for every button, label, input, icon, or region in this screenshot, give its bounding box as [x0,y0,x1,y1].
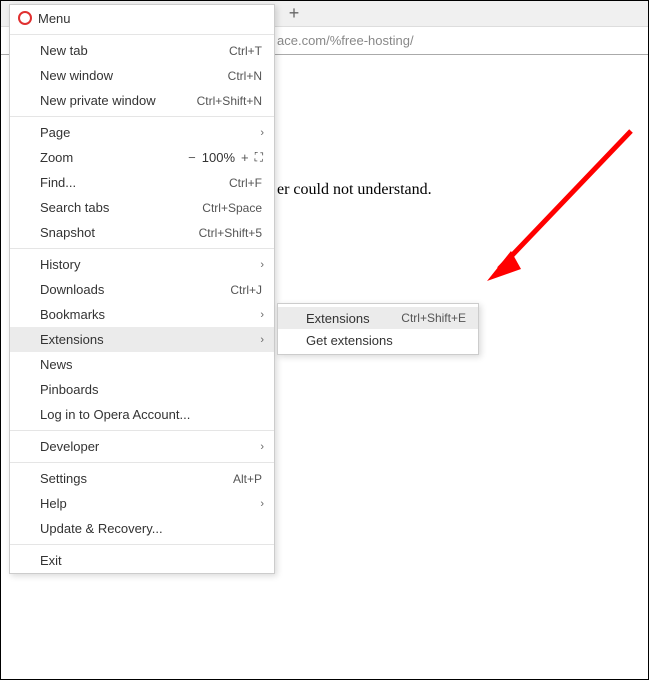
menu-label: Extensions [40,332,262,347]
zoom-value: 100% [202,150,235,165]
menu-item-news[interactable]: News [10,352,274,377]
menu-item-find[interactable]: Find... Ctrl+F [10,170,274,195]
menu-item-snapshot[interactable]: Snapshot Ctrl+Shift+5 [10,220,274,245]
submenu-label: Get extensions [306,333,466,348]
submenu-shortcut: Ctrl+Shift+E [401,311,466,325]
menu-label: Snapshot [40,225,199,240]
zoom-in-button[interactable]: + [241,150,249,165]
menu-item-new-tab[interactable]: New tab Ctrl+T [10,38,274,63]
menu-separator [10,248,274,249]
menu-item-help[interactable]: Help › [10,491,274,516]
menu-separator [10,34,274,35]
menu-shortcut: Ctrl+Space [202,201,262,215]
page-error-text: er could not understand. [277,181,432,199]
menu-label: New window [40,68,228,83]
menu-item-history[interactable]: History › [10,252,274,277]
menu-label: Update & Recovery... [40,521,262,536]
menu-label: Page [40,125,262,140]
menu-separator [10,462,274,463]
menu-separator [10,430,274,431]
menu-header[interactable]: Menu [10,5,274,31]
menu-label: Settings [40,471,233,486]
menu-label: Bookmarks [40,307,262,322]
menu-shortcut: Ctrl+Shift+N [197,94,262,108]
main-menu: Menu New tab Ctrl+T New window Ctrl+N Ne… [9,4,275,574]
menu-label: Pinboards [40,382,262,397]
menu-label: Find... [40,175,229,190]
menu-item-extensions[interactable]: Extensions › [10,327,274,352]
menu-label: Developer [40,439,262,454]
menu-item-exit[interactable]: Exit [10,548,274,573]
menu-shortcut: Alt+P [233,472,262,486]
menu-item-page[interactable]: Page › [10,120,274,145]
chevron-right-icon: › [260,259,264,271]
menu-shortcut: Ctrl+F [229,176,262,190]
fullscreen-icon[interactable]: ⛶ [255,150,262,165]
url-text: ace.com/%free-hosting/ [277,33,414,48]
submenu-item-get-extensions[interactable]: Get extensions [278,329,478,351]
menu-title: Menu [38,11,71,26]
menu-shortcut: Ctrl+T [229,44,262,58]
menu-label: News [40,357,262,372]
menu-item-developer[interactable]: Developer › [10,434,274,459]
menu-separator [10,544,274,545]
chevron-right-icon: › [260,441,264,453]
menu-label: Search tabs [40,200,202,215]
menu-item-downloads[interactable]: Downloads Ctrl+J [10,277,274,302]
chevron-right-icon: › [260,498,264,510]
menu-label: New private window [40,93,197,108]
extensions-submenu: Extensions Ctrl+Shift+E Get extensions [277,303,479,355]
menu-item-search-tabs[interactable]: Search tabs Ctrl+Space [10,195,274,220]
menu-item-new-private-window[interactable]: New private window Ctrl+Shift+N [10,88,274,113]
menu-item-pinboards[interactable]: Pinboards [10,377,274,402]
menu-item-new-window[interactable]: New window Ctrl+N [10,63,274,88]
menu-shortcut: Ctrl+J [230,283,262,297]
menu-item-login[interactable]: Log in to Opera Account... [10,402,274,427]
new-tab-button[interactable]: + [281,1,307,27]
menu-label: Help [40,496,262,511]
menu-label: Zoom [40,150,188,165]
menu-label: Downloads [40,282,230,297]
chevron-right-icon: › [260,334,264,346]
menu-shortcut: Ctrl+Shift+5 [199,226,262,240]
zoom-out-button[interactable]: − [188,150,196,165]
menu-separator [10,116,274,117]
menu-label: Log in to Opera Account... [40,407,262,422]
menu-label: Exit [40,553,262,568]
zoom-controls: − 100% + ⛶ [188,150,262,165]
opera-icon [18,11,32,25]
submenu-item-extensions[interactable]: Extensions Ctrl+Shift+E [278,307,478,329]
chevron-right-icon: › [260,309,264,321]
annotation-arrow-icon [481,121,641,291]
chevron-right-icon: › [260,127,264,139]
menu-label: History [40,257,262,272]
menu-item-settings[interactable]: Settings Alt+P [10,466,274,491]
menu-item-update-recovery[interactable]: Update & Recovery... [10,516,274,541]
menu-label: New tab [40,43,229,58]
menu-shortcut: Ctrl+N [228,69,262,83]
menu-item-bookmarks[interactable]: Bookmarks › [10,302,274,327]
menu-item-zoom[interactable]: Zoom − 100% + ⛶ [10,145,274,170]
submenu-label: Extensions [306,311,401,326]
